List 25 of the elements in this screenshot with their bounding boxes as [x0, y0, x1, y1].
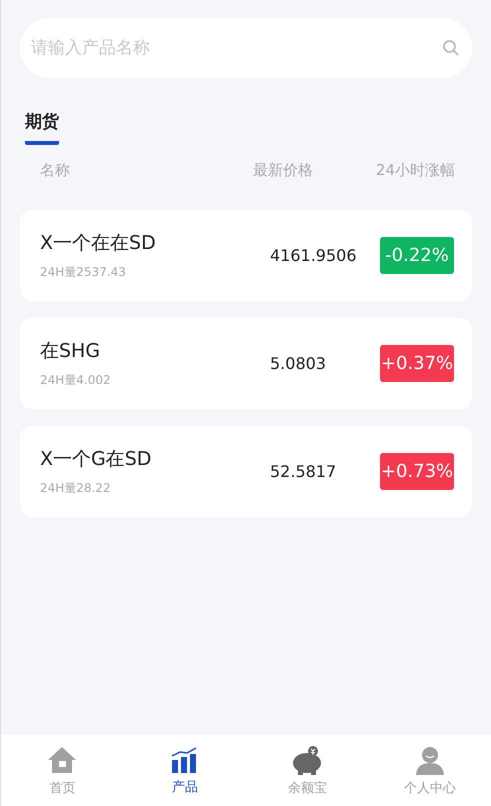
volume-text: 24H量2537.43 [40, 264, 127, 281]
product-name: X一个在在SD [40, 231, 157, 256]
category-tab[interactable]: 期货 [25, 110, 59, 145]
product-card[interactable]: X一个在在SD 24H量2537.43 4161.9506 -0.22% [20, 210, 472, 301]
volume-text: 24H量28.22 [40, 480, 112, 497]
price-text: 5.0803 [270, 354, 327, 373]
search-icon[interactable] [442, 39, 460, 57]
volume-text: 24H量4.002 [40, 372, 112, 389]
column-header: 最新价格 [252, 161, 313, 180]
bar-chart-icon [170, 746, 199, 774]
product-card[interactable]: X一个G在SD 24H量28.22 52.5817 +0.73% [20, 426, 472, 517]
change-badge: -0.22% [380, 237, 454, 274]
change-badge: +0.73% [380, 453, 454, 490]
product-name: 在SHG [40, 339, 102, 364]
nav-item[interactable]: 产品 [124, 735, 246, 806]
house-icon [47, 744, 78, 774]
change-badge: +0.37% [380, 345, 454, 382]
product-card[interactable]: 在SHG 24H量4.002 5.0803 +0.37% [20, 318, 472, 409]
product-name: X一个G在SD [40, 447, 152, 472]
price-text: 4161.9506 [270, 246, 358, 265]
piggy-bank-icon [291, 744, 324, 774]
price-text: 52.5817 [270, 462, 338, 481]
person-icon [414, 744, 445, 774]
column-header: 24小时涨幅 [376, 161, 455, 180]
column-header: 名称 [40, 161, 71, 180]
